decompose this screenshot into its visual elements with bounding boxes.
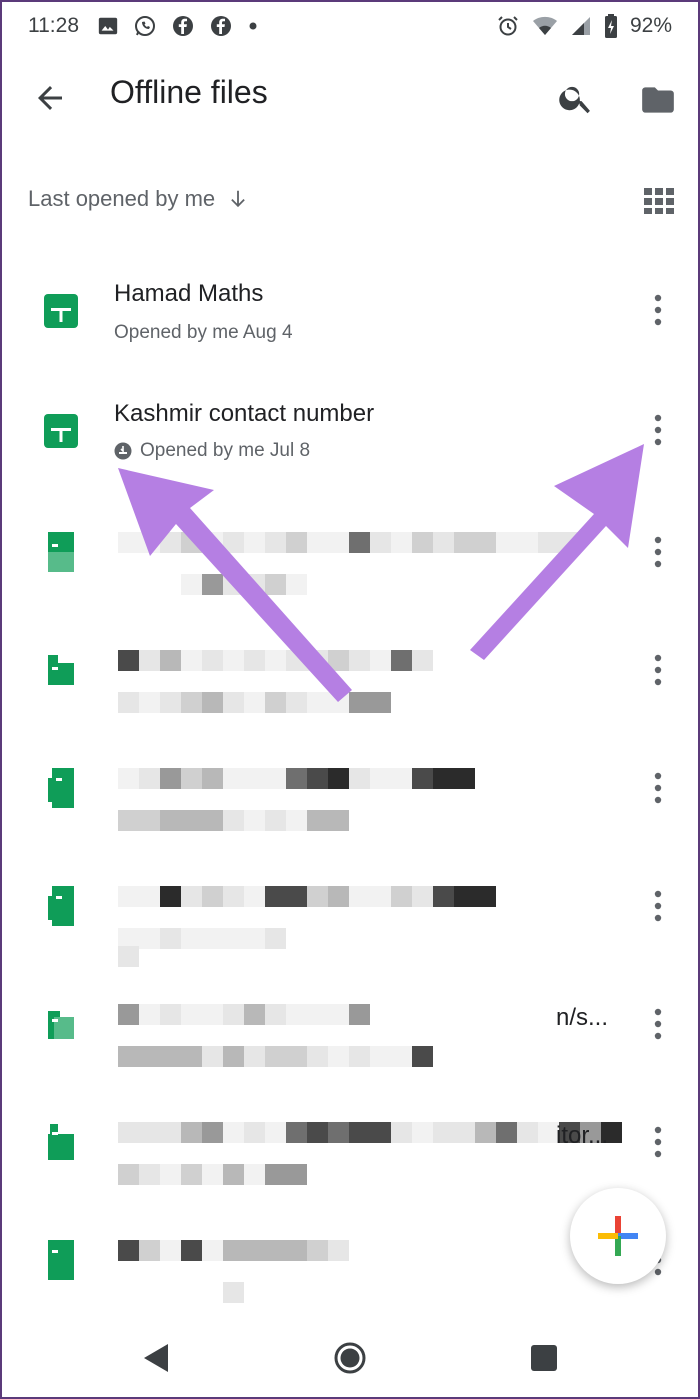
- redacted-text: [118, 768, 475, 789]
- sheets-icon: [44, 530, 78, 574]
- folder-icon[interactable]: [638, 80, 678, 120]
- page-title: Offline files: [110, 74, 268, 110]
- list-item[interactable]: Kashmir contact number Opened by me Jul …: [0, 368, 700, 486]
- back-arrow-icon[interactable]: [30, 78, 70, 118]
- file-meta-text: Opened by me Aug 4: [114, 322, 293, 343]
- list-item[interactable]: [0, 604, 700, 722]
- whatsapp-icon: [133, 14, 157, 38]
- more-options-icon[interactable]: [646, 1124, 670, 1160]
- redacted-text: [118, 532, 580, 553]
- more-options-icon[interactable]: [646, 534, 670, 570]
- app-bar: Offline files: [0, 52, 700, 144]
- list-item[interactable]: Hamad Maths Opened by me Aug 4: [0, 250, 700, 368]
- redacted-text: [118, 574, 307, 595]
- search-icon[interactable]: [556, 78, 596, 118]
- sort-control[interactable]: Last opened by me: [28, 186, 249, 212]
- nav-home-icon[interactable]: [334, 1342, 366, 1374]
- dot-icon: [247, 20, 259, 32]
- file-name-fragment: n/s...: [556, 1004, 609, 1031]
- redacted-text: [118, 1240, 349, 1261]
- list-item[interactable]: n/s...: [0, 958, 700, 1076]
- redacted-text: [118, 810, 349, 831]
- file-meta: Opened by me Jul 8: [114, 440, 310, 462]
- redacted-text: [118, 1046, 433, 1067]
- image-icon: [97, 15, 119, 37]
- arrow-down-icon: [227, 188, 249, 210]
- more-options-icon[interactable]: [646, 412, 670, 448]
- facebook-icon: [171, 14, 195, 38]
- facebook-icon: [209, 14, 233, 38]
- battery-percent: 92%: [629, 14, 672, 37]
- status-time: 11:28: [28, 14, 79, 37]
- list-item[interactable]: [0, 722, 700, 840]
- sort-label: Last opened by me: [28, 186, 216, 211]
- plus-multicolor-icon: [596, 1214, 640, 1258]
- offline-available-icon: [114, 442, 132, 460]
- sheets-icon: [44, 884, 78, 928]
- file-meta-text: Opened by me Jul 8: [140, 440, 311, 461]
- grid-view-icon[interactable]: [644, 188, 674, 214]
- sheets-icon: [44, 1120, 78, 1164]
- system-nav-bar: [0, 1318, 700, 1399]
- sheets-icon: [44, 1238, 78, 1282]
- redacted-text: [118, 1004, 370, 1025]
- nav-recents-icon[interactable]: [530, 1344, 558, 1372]
- battery-icon: [604, 14, 618, 38]
- redacted-text: [118, 928, 286, 949]
- more-options-icon[interactable]: [646, 1006, 670, 1042]
- more-options-icon[interactable]: [646, 770, 670, 806]
- sheets-icon: [44, 414, 78, 448]
- file-name-fragment: itor...: [556, 1122, 609, 1149]
- more-options-icon[interactable]: [646, 888, 670, 924]
- alarm-icon: [496, 14, 520, 38]
- list-item[interactable]: itor...: [0, 1076, 700, 1194]
- list-item[interactable]: [0, 486, 700, 604]
- signal-icon: [570, 15, 592, 37]
- redacted-text: [118, 886, 496, 907]
- more-options-icon[interactable]: [646, 292, 670, 328]
- sheets-icon: [44, 294, 78, 328]
- redacted-text: [118, 1282, 244, 1303]
- sheets-icon: [44, 648, 78, 692]
- sheets-icon: [44, 1002, 78, 1046]
- redacted-text: [118, 1164, 307, 1185]
- file-meta: Opened by me Aug 4: [114, 322, 293, 344]
- more-options-icon[interactable]: [646, 652, 670, 688]
- status-bar: 11:28 92%: [0, 0, 700, 52]
- redacted-text: [118, 1122, 622, 1143]
- nav-back-icon[interactable]: [142, 1342, 170, 1374]
- list-item[interactable]: [0, 840, 700, 967]
- redacted-text: [118, 692, 391, 713]
- new-file-button[interactable]: [570, 1188, 666, 1284]
- sheets-icon: [44, 766, 78, 810]
- wifi-icon: [532, 15, 558, 37]
- file-name: Kashmir contact number: [114, 400, 375, 427]
- file-name: Hamad Maths: [114, 280, 264, 307]
- redacted-text: [118, 650, 433, 671]
